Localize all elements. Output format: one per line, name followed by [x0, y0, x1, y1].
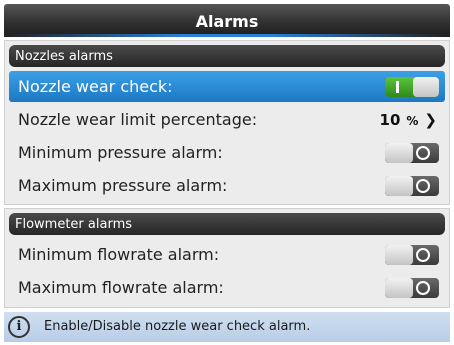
maximum-pressure-alarm-label: Maximum pressure alarm:: [18, 176, 228, 195]
nozzle-wear-limit-value-area[interactable]: 10% ❯: [380, 111, 437, 129]
chevron-right-icon: ❯: [424, 111, 437, 129]
flowmeter-alarms-header: Flowmeter alarms: [9, 213, 445, 235]
toggle-knob: [385, 176, 413, 196]
nozzles-alarms-panel: Nozzles alarms Nozzle wear check: Nozzle…: [4, 40, 450, 205]
minimum-pressure-alarm-label: Minimum pressure alarm:: [18, 143, 223, 162]
toggle-knob: [385, 278, 413, 298]
nozzle-wear-limit-unit: %: [406, 114, 419, 128]
toggle-on-glyph-icon: [396, 81, 399, 93]
minimum-pressure-alarm-toggle[interactable]: [385, 143, 439, 163]
minimum-flowrate-alarm-label: Minimum flowrate alarm:: [18, 245, 220, 264]
toggle-off-glyph-icon: [416, 146, 430, 160]
nozzle-wear-limit-row[interactable]: Nozzle wear limit percentage: 10% ❯: [9, 104, 445, 135]
status-message: Enable/Disable nozzle wear check alarm.: [44, 319, 311, 334]
toggle-knob: [385, 245, 413, 265]
window-title: Alarms: [195, 12, 259, 31]
nozzles-alarms-header: Nozzles alarms: [9, 45, 445, 67]
toggle-off-glyph-icon: [416, 281, 430, 295]
info-icon: i: [8, 316, 30, 338]
maximum-flowrate-alarm-label: Maximum flowrate alarm:: [18, 278, 224, 297]
minimum-flowrate-alarm-row[interactable]: Minimum flowrate alarm:: [9, 239, 445, 270]
title-bar: Alarms: [4, 4, 450, 37]
maximum-flowrate-alarm-row[interactable]: Maximum flowrate alarm:: [9, 272, 445, 303]
toggle-off-glyph-icon: [416, 248, 430, 262]
nozzle-wear-check-toggle[interactable]: [385, 77, 439, 97]
maximum-pressure-alarm-row[interactable]: Maximum pressure alarm:: [9, 170, 445, 201]
nozzle-wear-limit-label: Nozzle wear limit percentage:: [18, 110, 258, 129]
minimum-pressure-alarm-row[interactable]: Minimum pressure alarm:: [9, 137, 445, 168]
maximum-pressure-alarm-toggle[interactable]: [385, 176, 439, 196]
toggle-off-glyph-icon: [416, 179, 430, 193]
maximum-flowrate-alarm-toggle[interactable]: [385, 278, 439, 298]
toggle-knob: [385, 143, 413, 163]
minimum-flowrate-alarm-toggle[interactable]: [385, 245, 439, 265]
title-accent-line: [4, 34, 450, 37]
toggle-knob: [413, 77, 439, 97]
status-bar: i Enable/Disable nozzle wear check alarm…: [4, 312, 450, 342]
nozzle-wear-check-label: Nozzle wear check:: [18, 77, 173, 96]
nozzle-wear-check-row[interactable]: Nozzle wear check:: [9, 71, 445, 102]
flowmeter-alarms-panel: Flowmeter alarms Minimum flowrate alarm:…: [4, 208, 450, 308]
nozzle-wear-limit-value: 10: [379, 111, 401, 129]
